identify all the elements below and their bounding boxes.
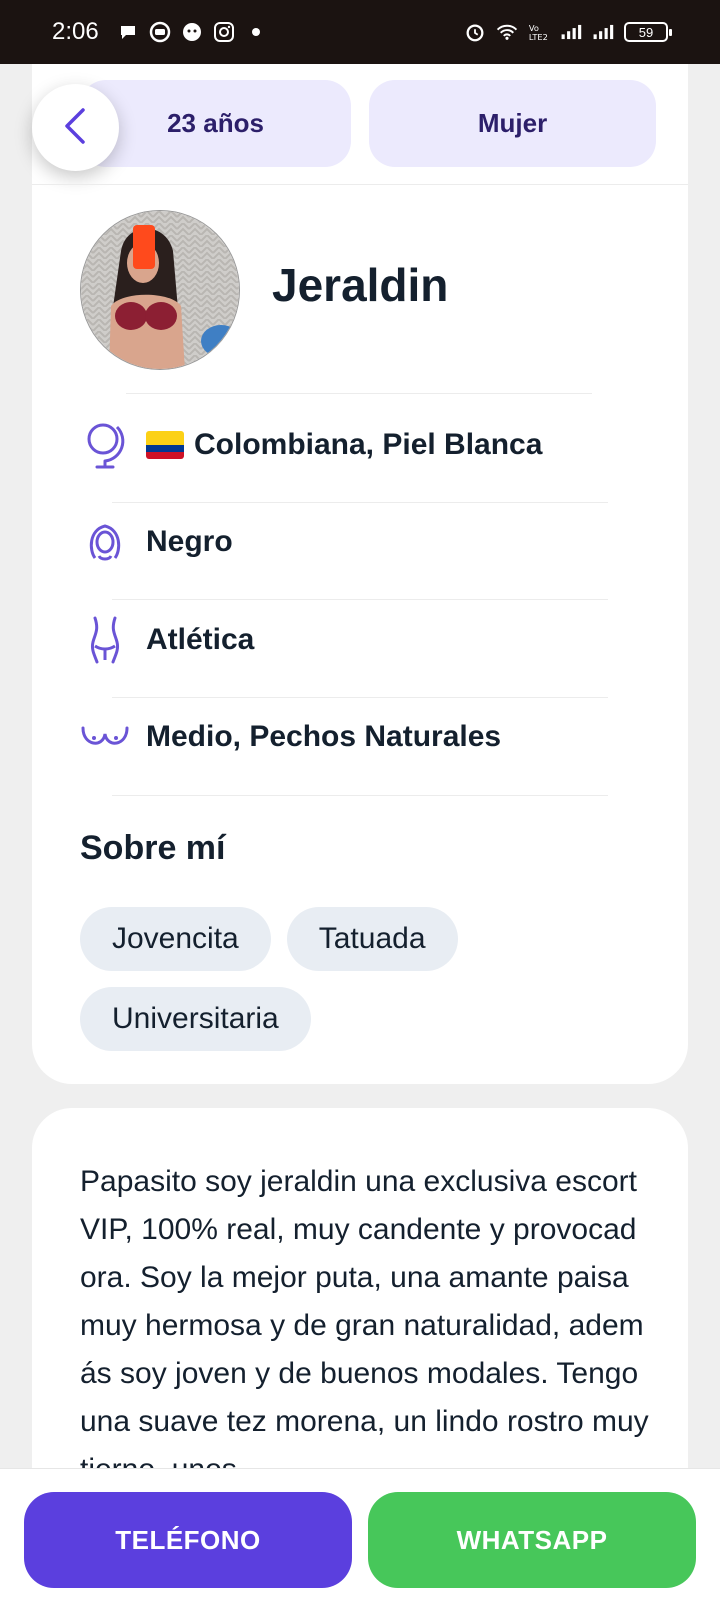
tag: Universitaria [80, 987, 311, 1051]
profile-name: Jeraldin [272, 259, 449, 311]
gender-chip: Mujer [369, 80, 656, 167]
phone-button[interactable]: TELÉFONO [24, 1492, 352, 1588]
chat-icon [117, 21, 139, 43]
attr-label: Negro [146, 525, 233, 558]
globe-icon [80, 420, 130, 470]
status-bar: 2:06 Vo LTE2 59 [0, 0, 720, 64]
divider [112, 795, 608, 796]
colombia-flag [146, 431, 184, 459]
instagram-icon [213, 21, 235, 43]
bust-icon [80, 712, 130, 762]
attr-label: Colombiana, Piel Blanca [194, 428, 543, 461]
description-text: Papasito soy jeraldin una exclusiva esco… [80, 1165, 649, 1486]
signal-icon [560, 21, 582, 43]
divider [126, 393, 592, 394]
chip-row: 23 años Mujer [80, 80, 656, 167]
alarm-icon [464, 21, 486, 43]
signal-icon [592, 21, 614, 43]
dot-icon [245, 21, 267, 43]
attr-label: Medio, Pechos Naturales [146, 720, 502, 753]
attr-hair: Negro [80, 502, 608, 582]
attr-body: Atlética [80, 600, 608, 680]
battery-icon: 59 [624, 22, 672, 42]
body-icon [80, 615, 130, 665]
chevron-left-icon [61, 106, 91, 150]
tag: Jovencita [80, 907, 271, 971]
about-title: Sobre mí [80, 829, 226, 867]
hair-icon [80, 517, 130, 567]
volte-icon: Vo LTE2 [528, 21, 550, 43]
tag: Tatuada [286, 907, 458, 971]
tag-list: Jovencita Tatuada Universitaria [80, 907, 620, 1051]
attr-label: Atlética [146, 623, 255, 656]
attr-nationality: Colombiana, Piel Blanca [80, 405, 608, 485]
age-chip: 23 años [80, 80, 352, 167]
status-time: 2:06 [52, 18, 99, 45]
message-icon [149, 21, 171, 43]
attr-bust: Medio, Pechos Naturales [80, 697, 608, 777]
avatar[interactable] [80, 210, 240, 370]
face-icon [181, 21, 203, 43]
svg-text:LTE2: LTE2 [529, 32, 548, 42]
wifi-icon [496, 21, 518, 43]
back-button[interactable] [32, 84, 119, 171]
divider [32, 184, 688, 185]
whatsapp-button[interactable]: WHATSAPP [368, 1492, 696, 1588]
